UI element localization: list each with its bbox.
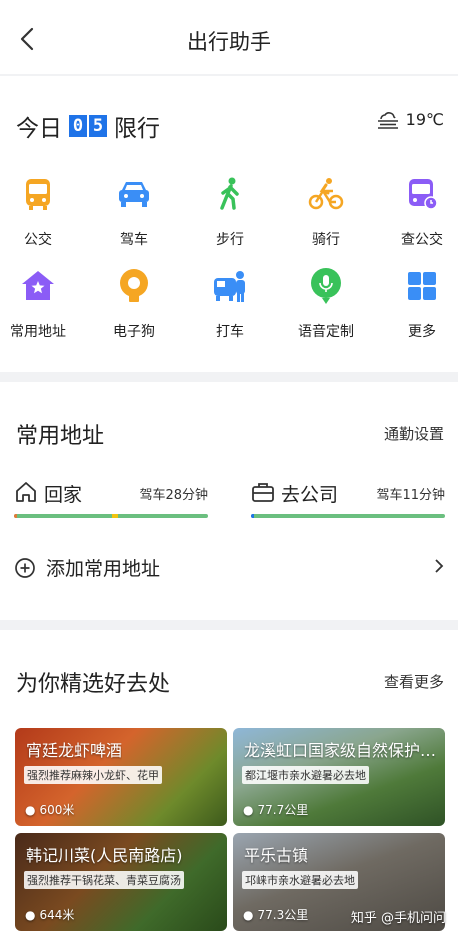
place-distance-value: 600米 (39, 803, 75, 817)
place-distance: ● 77.3公里 (243, 906, 308, 923)
grid-item-bus-query[interactable]: 查公交 (382, 176, 458, 249)
add-circle-icon (15, 557, 35, 578)
work-route-bar (251, 514, 445, 518)
grid-label-voice: 语音定制 (298, 324, 354, 340)
bus-search-icon (409, 179, 438, 210)
more-grid-icon (408, 272, 436, 300)
location-pin-icon: ● (243, 802, 254, 817)
restriction-suffix: 限行 (114, 116, 160, 142)
restriction-digit-2: 5 (89, 115, 107, 137)
grid-label-bus: 公交 (24, 232, 52, 248)
grid-item-walk[interactable]: 步行 (190, 176, 270, 249)
home-star-icon (22, 271, 54, 300)
grid-item-voice[interactable]: 语音定制 (286, 268, 366, 341)
recommend-section-title: 为你精选好去处 (16, 672, 171, 697)
restriction-prefix: 今日 (16, 116, 62, 142)
place-card-hanji[interactable]: 韩记川菜(人民南路店) 强烈推荐干锅花菜、青菜豆腐汤 ● 644米 (15, 833, 227, 931)
home-address-item[interactable]: 回家 驾车28分钟 (14, 480, 208, 520)
grid-label-frequent-address: 常用地址 (10, 324, 66, 340)
grid-label-more: 更多 (408, 324, 436, 340)
place-card-longxi[interactable]: 龙溪虹口国家级自然保护… 都江堰市亲水避暑必去地 ● 77.7公里 (233, 728, 445, 826)
grid-item-bus[interactable]: 公交 (0, 176, 78, 249)
work-address-item[interactable]: 去公司 驾车11分钟 (251, 480, 445, 520)
briefcase-icon (252, 483, 274, 502)
grid-label-bike: 骑行 (312, 232, 340, 248)
travel-tools-card: 今日 0 5 限行 19℃ 公交 驾车 步行 骑行 查公交 常用地址 电子狗 打… (0, 76, 458, 372)
place-distance-value: 644米 (39, 908, 75, 922)
place-tag: 邛崃市亲水避暑必去地 (242, 871, 358, 889)
place-name: 龙溪虹口国家级自然保护… (244, 741, 437, 760)
grid-item-bike[interactable]: 骑行 (286, 176, 366, 249)
traffic-restriction[interactable]: 今日 0 5 限行 (16, 109, 160, 143)
home-route-bar (14, 514, 208, 518)
see-more-link[interactable]: 查看更多 (384, 671, 444, 692)
place-tag: 强烈推荐麻辣小龙虾、花甲 (24, 766, 162, 784)
app-header: 出行助手 (0, 0, 458, 74)
recommendation-card: 为你精选好去处 查看更多 宵廷龙虾啤酒 强烈推荐麻辣小龙虾、花甲 ● 600米 龙… (0, 630, 458, 938)
grid-item-more[interactable]: 更多 (382, 268, 458, 341)
restriction-digit-1: 0 (69, 115, 87, 137)
add-address-button[interactable]: 添加常用地址 (14, 554, 160, 581)
taxi-icon (214, 271, 245, 302)
place-card-crayfish[interactable]: 宵廷龙虾啤酒 强烈推荐麻辣小龙虾、花甲 ● 600米 (15, 728, 227, 826)
bus-icon (26, 179, 50, 210)
location-pin-icon: ● (25, 802, 36, 817)
address-section-title: 常用地址 (16, 424, 105, 449)
mic-icon (311, 268, 341, 304)
walk-icon (220, 177, 239, 210)
location-pin-icon: ● (25, 907, 36, 922)
frequent-address-card: 常用地址 通勤设置 回家 驾车28分钟 去公司 驾车11分钟 添加常用地址 (0, 382, 458, 620)
grid-label-drive: 驾车 (120, 232, 148, 248)
bike-icon (308, 178, 344, 210)
grid-label-walk: 步行 (216, 232, 244, 248)
place-distance-value: 77.7公里 (257, 803, 309, 817)
grid-item-frequent-address[interactable]: 常用地址 (0, 268, 78, 341)
place-distance: ● 77.7公里 (243, 801, 308, 818)
chevron-right-icon[interactable] (434, 558, 444, 574)
weather-temp: 19℃ (405, 109, 444, 129)
place-tag: 都江堰市亲水避暑必去地 (242, 766, 369, 784)
place-name: 平乐古镇 (244, 846, 309, 865)
add-address-label: 添加常用地址 (46, 558, 161, 580)
car-icon (119, 182, 149, 207)
grid-label-bus-query: 查公交 (401, 232, 443, 248)
grid-item-taxi[interactable]: 打车 (190, 268, 270, 341)
home-duration: 驾车28分钟 (139, 488, 208, 503)
place-name: 韩记川菜(人民南路店) (26, 846, 183, 865)
work-label: 去公司 (281, 484, 339, 506)
grid-label-edog: 电子狗 (113, 324, 155, 340)
home-icon (16, 482, 36, 502)
page-title: 出行助手 (187, 30, 271, 54)
watermark: 知乎 @手机问问 (350, 911, 446, 926)
work-duration: 驾车11分钟 (376, 488, 445, 503)
commute-settings-link[interactable]: 通勤设置 (384, 423, 444, 444)
weather-widget[interactable]: 19℃ (376, 109, 444, 129)
place-name: 宵廷龙虾啤酒 (26, 741, 123, 760)
edog-icon (120, 269, 148, 302)
place-distance-value: 77.3公里 (257, 908, 309, 922)
grid-label-taxi: 打车 (216, 324, 244, 340)
grid-item-edog[interactable]: 电子狗 (94, 268, 174, 341)
grid-item-drive[interactable]: 驾车 (94, 176, 174, 249)
place-distance: ● 600米 (25, 801, 74, 818)
place-tag: 强烈推荐干锅花菜、青菜豆腐汤 (24, 871, 184, 889)
place-distance: ● 644米 (25, 906, 74, 923)
location-pin-icon: ● (243, 907, 254, 922)
cloud-fog-icon (377, 112, 398, 129)
home-label: 回家 (44, 484, 83, 506)
